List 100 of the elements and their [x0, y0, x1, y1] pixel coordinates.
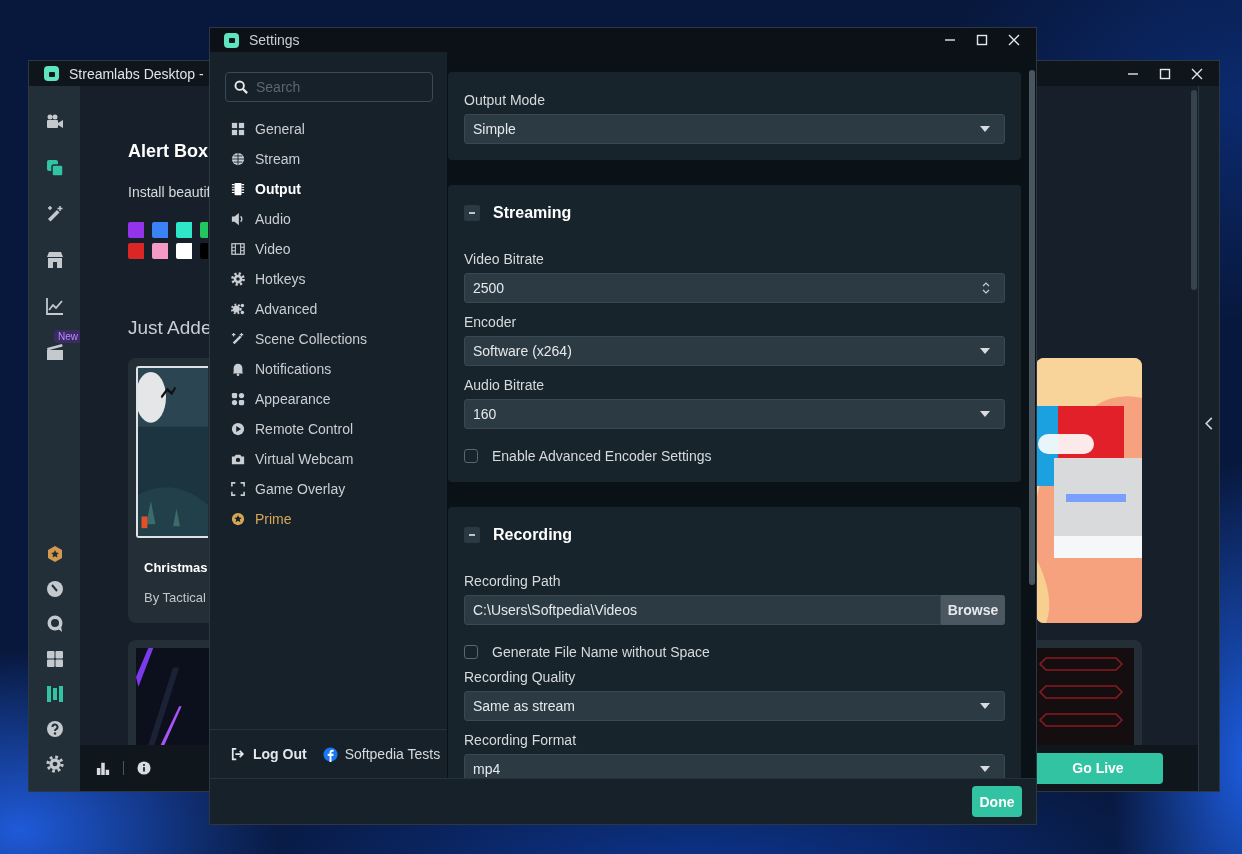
settings-icon[interactable]	[45, 754, 64, 773]
store-icon[interactable]	[45, 251, 64, 269]
page-heading: Alert Box	[128, 141, 209, 162]
checkbox-label: Generate File Name without Space	[492, 644, 710, 660]
maximize-icon[interactable]	[976, 34, 988, 46]
field-label: Encoder	[464, 313, 518, 332]
wand-icon[interactable]	[45, 205, 64, 223]
bar-chart-icon[interactable]	[96, 761, 110, 775]
nav-item[interactable]: Notifications	[210, 354, 447, 384]
clapper-icon[interactable]	[45, 343, 64, 361]
color-swatch[interactable]	[128, 243, 144, 259]
grid-icon	[231, 122, 245, 136]
maximize-icon[interactable]	[1159, 67, 1171, 80]
grid-icon[interactable]	[45, 649, 64, 668]
number-field[interactable]: 2500	[464, 273, 1005, 303]
nav-item[interactable]: Prime	[210, 504, 447, 534]
nav-item[interactable]: Video	[210, 234, 447, 264]
color-swatch[interactable]	[200, 243, 208, 259]
checkbox[interactable]	[464, 449, 478, 463]
logo-icon	[224, 32, 239, 48]
caret-icon	[980, 126, 990, 132]
caret-icon	[980, 766, 990, 772]
profile-icon	[322, 746, 338, 762]
chevron-left-icon[interactable]	[1205, 417, 1213, 430]
close-icon[interactable]	[1191, 67, 1203, 80]
field-label: Recording Path	[464, 572, 562, 591]
field-label: Recording Quality	[464, 668, 577, 687]
columns-icon[interactable]	[45, 684, 64, 703]
collapse-toggle[interactable]	[464, 527, 480, 543]
nav-item[interactable]: Output	[210, 174, 447, 204]
nav-item[interactable]: Hotkeys	[210, 264, 447, 294]
account-name: Softpedia Tests	[344, 746, 441, 762]
theme-card[interactable]: Christmas By Tactical	[128, 358, 210, 623]
chart-icon[interactable]	[45, 297, 64, 315]
dropdown[interactable]: 160	[464, 399, 1005, 429]
card-title: Christmas	[144, 560, 209, 575]
video-camera-icon[interactable]	[45, 113, 64, 131]
description-text: Install beautif	[128, 184, 210, 200]
section-title: Just Adde	[128, 317, 210, 339]
nav-item[interactable]: Audio	[210, 204, 447, 234]
search-field[interactable]: Search	[225, 72, 433, 102]
scrollbar[interactable]	[1191, 90, 1197, 290]
layers-icon[interactable]	[45, 159, 64, 177]
nav-item[interactable]: General	[210, 114, 447, 144]
expand-icon	[231, 482, 245, 496]
field-label: Recording Format	[464, 731, 578, 750]
caret-icon	[980, 348, 990, 354]
theme-card[interactable]	[128, 640, 210, 745]
nav-item[interactable]: Stream	[210, 144, 447, 174]
wand-icon	[231, 332, 245, 346]
color-swatch[interactable]	[176, 243, 192, 259]
gears-icon	[231, 302, 245, 316]
logo-icon	[44, 66, 59, 81]
camera-icon	[231, 452, 245, 466]
nav-item[interactable]: Scene Collections	[210, 324, 447, 354]
field-label: Audio Bitrate	[464, 376, 546, 395]
bell-icon	[231, 362, 245, 376]
new-badge: New	[54, 330, 82, 343]
dropdown[interactable]: Software (x264)	[464, 336, 1005, 366]
color-swatch[interactable]	[200, 222, 208, 238]
apps-icon	[231, 392, 245, 406]
gear-icon	[231, 272, 245, 286]
color-swatch[interactable]	[152, 222, 168, 238]
color-swatch[interactable]	[176, 222, 192, 238]
nav-item[interactable]: Game Overlay	[210, 474, 447, 504]
checkbox[interactable]	[464, 645, 478, 659]
spinner-icon[interactable]	[982, 281, 990, 295]
color-swatch[interactable]	[152, 243, 168, 259]
globe-icon	[231, 152, 245, 166]
field-label: Output Mode	[464, 91, 546, 110]
gauge-icon[interactable]	[45, 579, 64, 598]
collapse-toggle[interactable]	[464, 205, 480, 221]
window-title: Streamlabs Desktop -	[69, 65, 204, 82]
help-icon[interactable]	[45, 719, 64, 738]
speaker-icon	[231, 212, 245, 226]
star-icon	[231, 512, 245, 526]
nav-item[interactable]: Virtual Webcam	[210, 444, 447, 474]
browse-button[interactable]: Browse	[941, 595, 1005, 625]
path-field[interactable]: C:\Users\Softpedia\Videos	[464, 595, 941, 625]
section-title: Streaming	[493, 204, 572, 222]
log-out-button[interactable]: Log Out	[231, 746, 307, 762]
star-icon[interactable]	[45, 544, 64, 563]
dropdown[interactable]: Same as stream	[464, 691, 1005, 721]
close-icon[interactable]	[1008, 34, 1020, 46]
chat-icon[interactable]	[45, 614, 64, 633]
nav-item[interactable]: Remote Control	[210, 414, 447, 444]
section-title: Recording	[493, 526, 573, 544]
scrollbar[interactable]	[1029, 70, 1035, 585]
window-title: Settings	[249, 32, 300, 48]
nav-item[interactable]: Appearance	[210, 384, 447, 414]
caret-icon	[980, 703, 990, 709]
dropdown[interactable]: Simple	[464, 114, 1005, 144]
search-icon	[234, 80, 248, 94]
card-author: By Tactical	[144, 590, 207, 605]
caret-icon	[980, 411, 990, 417]
info-icon[interactable]	[137, 761, 151, 775]
color-swatch[interactable]	[128, 222, 144, 238]
nav-item[interactable]: Advanced	[210, 294, 447, 324]
dropdown[interactable]: mp4	[464, 754, 1005, 778]
checkbox-label: Enable Advanced Encoder Settings	[492, 448, 712, 464]
